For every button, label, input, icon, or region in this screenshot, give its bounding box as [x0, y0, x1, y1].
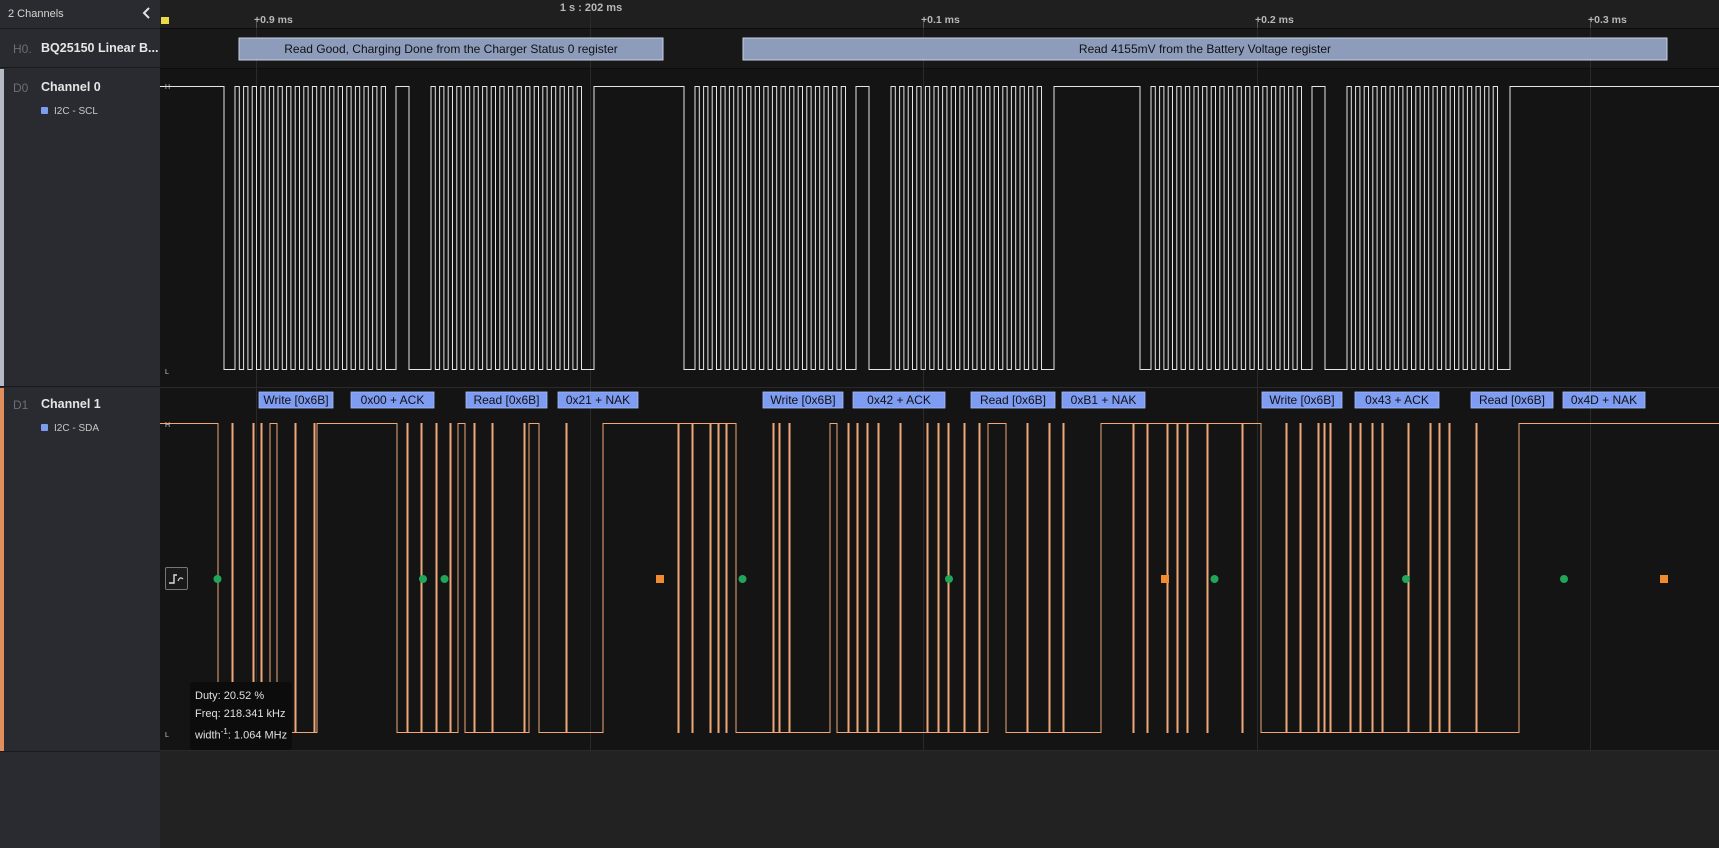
channel-1-analyzer: I2C - SDA [41, 423, 99, 434]
waveform-view[interactable]: 1 s : 202 ms +0.9 ms +0.1 ms +0.2 ms +0.… [160, 0, 1719, 848]
i2c-start-marker [440, 575, 449, 583]
i2c-frame[interactable]: Write [0x6B] [258, 391, 334, 409]
timeline-tick-label: +0.3 ms [1588, 14, 1627, 26]
i2c-start-marker [1210, 575, 1219, 583]
channel-0-analyzer-label: I2C - SCL [54, 106, 98, 117]
i2c-frame-label: 0x00 + ACK [361, 393, 425, 407]
timeline-center-label: 1 s : 202 ms [560, 2, 622, 14]
channel-1-color-bar [0, 388, 4, 751]
width-superscript: -1 [220, 727, 228, 736]
measurement-tooltip: Duty: 20.52 % Freq: 218.341 kHz width-1:… [190, 682, 293, 750]
channel-0-name: Channel 0 [41, 80, 101, 94]
i2c-frame-label: 0x42 + ACK [867, 393, 931, 407]
i2c-stop-marker [1660, 575, 1668, 583]
i2c-frame[interactable]: 0x21 + NAK [557, 391, 639, 409]
i2c-frame-label: 0x4D + NAK [1571, 393, 1637, 407]
i2c-frame-label: 0x21 + NAK [566, 393, 630, 407]
timeline-tick-label: +0.2 ms [1255, 14, 1294, 26]
i2c-stop-marker [656, 575, 664, 583]
hla-frame-1[interactable]: Read Good, Charging Done from the Charge… [238, 37, 664, 61]
i2c-start-marker [419, 575, 427, 583]
i2c-start-marker [1560, 575, 1568, 583]
i2c-start-marker [1402, 575, 1410, 583]
channel-0-color-bar [0, 69, 4, 386]
i2c-frame-label: Write [0x6B] [770, 393, 835, 407]
scl-high-label: H [165, 84, 170, 91]
channel-0-id: D0 [13, 81, 29, 95]
i2c-frame-label: Write [0x6B] [263, 393, 328, 407]
i2c-frame[interactable]: Read [0x6B] [970, 391, 1056, 409]
i2c-start-marker [738, 575, 747, 583]
sidebar-row-analyzer[interactable]: H0. BQ25150 Linear B... [0, 29, 160, 68]
analyzer-color-dot [41, 424, 48, 431]
i2c-frame-label: Read [0x6B] [473, 393, 539, 407]
channel-0-bg [160, 69, 1719, 387]
width-inverse-value: width-1: 1.064 MHz [195, 723, 287, 745]
hla-frame-1-label: Read Good, Charging Done from the Charge… [284, 42, 618, 56]
width-value: : 1.064 MHz [227, 729, 288, 742]
analyzer-id: H0. [13, 42, 32, 56]
analyzer-color-dot [41, 107, 48, 114]
i2c-frame[interactable]: Read [0x6B] [1470, 391, 1554, 409]
sda-low-label: L [165, 732, 169, 739]
timeline-tick-label: +0.1 ms [921, 14, 960, 26]
sidebar-header: 2 Channels [0, 0, 160, 29]
i2c-frame[interactable]: Write [0x6B] [762, 391, 844, 409]
sidebar-row-channel-0[interactable]: D0 Channel 0 I2C - SCL [0, 69, 160, 387]
frequency-value: Freq: 218.341 kHz [195, 708, 286, 720]
i2c-frame[interactable]: Read [0x6B] [465, 391, 548, 409]
i2c-start-marker [945, 575, 953, 583]
channel-0-analyzer: I2C - SCL [41, 106, 98, 117]
timeline-tick-label: +0.9 ms [254, 14, 293, 26]
channel-count-label: 2 Channels [8, 8, 64, 20]
i2c-frame[interactable]: Write [0x6B] [1261, 391, 1343, 409]
width-prefix: width [195, 729, 221, 742]
rising-edge-glyph [169, 574, 184, 584]
channel-1-name: Channel 1 [41, 397, 101, 411]
i2c-frame-label: Read [0x6B] [1479, 393, 1545, 407]
analyzer-name: BQ25150 Linear B... [41, 41, 159, 55]
i2c-frame[interactable]: 0xB1 + NAK [1061, 391, 1146, 409]
sidebar-row-channel-1[interactable]: D1 Channel 1 I2C - SDA [0, 388, 160, 752]
hla-frame-2-label: Read 4155mV from the Battery Voltage reg… [1079, 42, 1331, 56]
channel-1-id: D1 [13, 398, 29, 412]
i2c-frame-label: 0xB1 + NAK [1071, 393, 1137, 407]
i2c-start-marker [213, 575, 222, 583]
edge-trigger-icon[interactable] [165, 567, 188, 590]
channel-sidebar: 2 Channels H0. BQ25150 Linear B... D0 Ch… [0, 0, 160, 848]
i2c-frame-label: Write [0x6B] [1269, 393, 1334, 407]
trigger-marker[interactable] [161, 17, 169, 24]
scl-low-label: L [165, 369, 169, 376]
duty-cycle-value: Duty: 20.52 % [195, 690, 265, 702]
i2c-frame-label: Read [0x6B] [980, 393, 1046, 407]
i2c-stop-marker [1161, 575, 1169, 583]
i2c-frame[interactable]: 0x4D + NAK [1562, 391, 1646, 409]
channel-1-analyzer-label: I2C - SDA [54, 423, 100, 434]
hla-frame-2[interactable]: Read 4155mV from the Battery Voltage reg… [742, 37, 1668, 61]
i2c-frame-label: 0x43 + ACK [1365, 393, 1429, 407]
i2c-frame[interactable]: 0x42 + ACK [852, 391, 946, 409]
collapse-sidebar-icon[interactable] [138, 3, 156, 23]
i2c-frame[interactable]: 0x43 + ACK [1354, 391, 1440, 409]
i2c-frame[interactable]: 0x00 + ACK [350, 391, 435, 409]
